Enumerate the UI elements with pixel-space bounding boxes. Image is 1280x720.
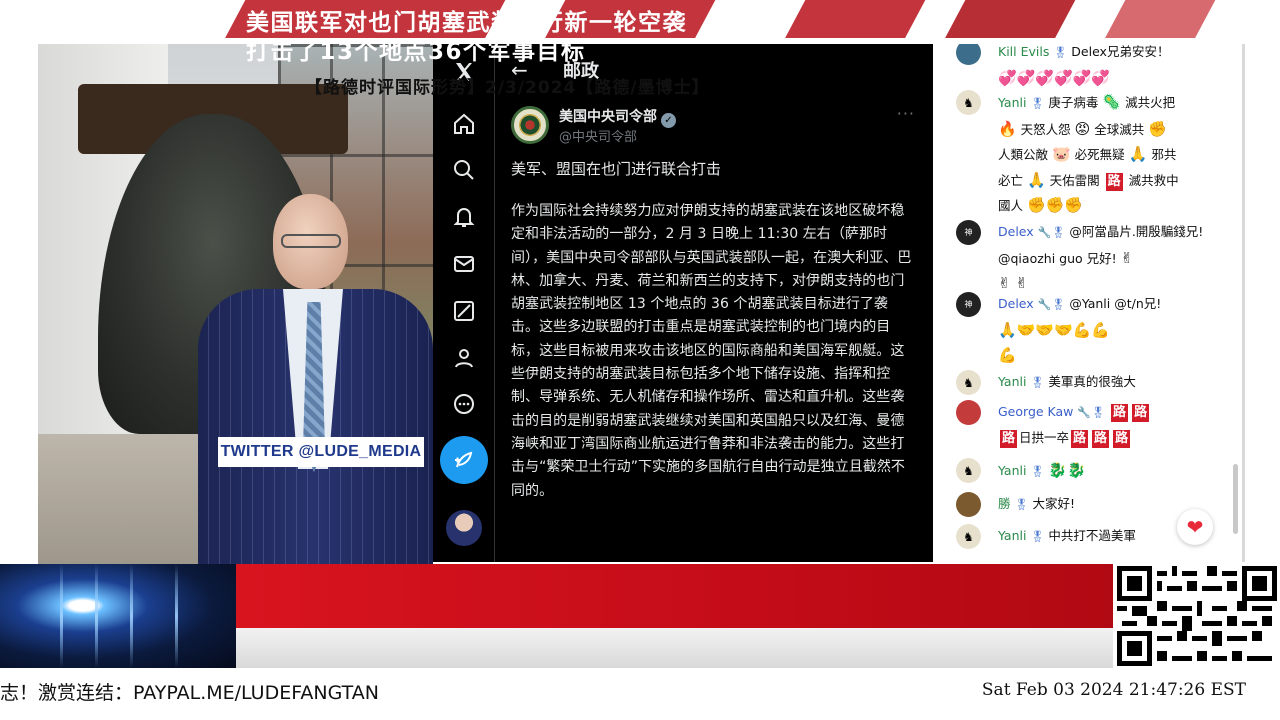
chat-text: 天怒人怨 — [1020, 121, 1071, 137]
avatar: ♞ — [956, 90, 981, 115]
chat-author[interactable]: Delex — [998, 224, 1034, 239]
author-name[interactable]: 美国中央司令部 ✓ — [559, 106, 676, 128]
banner-graphic — [0, 564, 236, 668]
chat-message: ♞ Yanli 🎖 庚子病毒 🦠 滅共火把 🔥 天怒人怨 😡 全球滅共 ✊ 人類… — [956, 90, 1218, 219]
road-badge: 路 — [1104, 171, 1124, 192]
post-button[interactable] — [440, 436, 488, 484]
chat-text: 國人 — [998, 198, 1024, 213]
chat-author[interactable]: Delex — [998, 296, 1034, 311]
account-avatar[interactable] — [446, 510, 482, 546]
avatar: 神 — [956, 220, 981, 245]
avatar — [956, 492, 981, 517]
post-icon — [455, 451, 473, 468]
more-icon[interactable] — [450, 390, 478, 418]
chat-text: 大家好! — [1032, 496, 1075, 511]
chat-message: Kill Evils 🎖 Delex兄弟安安！ 💞💞💞💞💞💞 — [956, 44, 1218, 91]
chat-author[interactable]: George Kaw — [998, 404, 1073, 419]
bell-icon[interactable] — [450, 203, 478, 231]
chat-text: 滅共火把 — [1125, 95, 1176, 110]
verified-icon: ✓ — [661, 113, 676, 128]
chat-scrollbar[interactable] — [1233, 464, 1238, 534]
avatar: ♞ — [956, 524, 981, 549]
live-chat: Kill Evils 🎖 Delex兄弟安安！ 💞💞💞💞💞💞 ♞ Yanli 🎖 … — [940, 44, 1245, 562]
chat-message: ♞ Yanli 🎖 🐉🐉 — [956, 458, 1218, 485]
chat-text: 庚子病毒 — [1048, 95, 1099, 110]
heart-icon[interactable]: ❤ — [1177, 509, 1213, 545]
chat-text: 必亡 — [998, 172, 1024, 188]
chat-author[interactable]: Kill Evils — [998, 44, 1049, 59]
chat-author[interactable]: Yanli — [998, 95, 1026, 110]
donation-ticker: 志！激赏连结：PAYPAL.ME/LUDEFANGTAN — [0, 682, 379, 704]
author-handle[interactable]: @中央司令部 — [559, 126, 637, 145]
chat-text: Delex兄弟安安！ — [1071, 44, 1170, 59]
twitter-watermark: TWITTER @LUDE_MEDIA — [218, 437, 424, 467]
chat-text: 人類公敵 — [998, 147, 1049, 162]
chat-text: 全球滅共 — [1094, 121, 1145, 137]
mail-icon[interactable] — [450, 250, 478, 278]
chat-text: 滅共救中 — [1128, 172, 1179, 188]
chat-message: ♞ Yanli 🎖 美軍真的很強大 — [956, 370, 1218, 396]
profile-icon[interactable] — [450, 344, 478, 372]
timestamp: Sat Feb 03 2024 21:47:26 EST — [981, 680, 1246, 700]
chat-author[interactable]: 勝 — [998, 496, 1011, 511]
chat-author[interactable]: Yanli — [998, 463, 1026, 478]
chat-text: @Yanli @t/n兄! — [1069, 296, 1162, 311]
chat-message: 神 Delex 🔧🎖 @阿當晶片.開殷騙錢兄! @qiaozhi guo 兄好!… — [956, 220, 1218, 297]
chat-author[interactable]: Yanli — [998, 528, 1026, 543]
x-post-panel: ← 邮政 美国中央司令部 ✓ @中央司令部 ··· 美军、盟国在也门进行联合打击 … — [433, 44, 933, 562]
search-icon[interactable] — [450, 156, 478, 184]
chat-text: 中共打不過美軍 — [1048, 528, 1136, 543]
host-video — [38, 44, 433, 564]
host-person — [198, 194, 433, 564]
author-avatar[interactable] — [511, 106, 549, 144]
chat-text: 天佑雷閣 — [1049, 172, 1100, 188]
chat-message: George Kaw 🔧🎖 路路路日拱一卒路路路 — [956, 400, 1218, 450]
banner-headline-2: 打击了13个地点36个军事目标 — [246, 39, 586, 65]
tweet-body: 作为国际社会持续努力应对伊朗支持的胡塞武装在该地区破坏稳定和非法活动的一部分，2… — [511, 203, 912, 499]
banner-subtitle: 【路德时评国际形势】2/3/2024【路德/墨博士】 — [305, 78, 710, 98]
stream-frame: TWITTER @LUDE_MEDIA ← 邮政 美国中央司令部 ✓ @中央司令… — [0, 0, 1280, 720]
avatar — [956, 400, 981, 425]
avatar: ♞ — [956, 370, 981, 395]
chat-message: 神 Delex 🔧🎖 @Yanli @t/n兄! 🙏🤝🤝🤝💪💪 💪 — [956, 292, 1218, 369]
road-badge: 路 — [1110, 403, 1130, 423]
chat-message: 勝 🎖 大家好! — [956, 492, 1218, 518]
tweet-headline: 美军、盟国在也门进行联合打击 — [511, 160, 722, 178]
avatar — [956, 44, 981, 65]
more-options-icon[interactable]: ··· — [897, 104, 915, 123]
news-banner — [0, 564, 1113, 668]
chat-text: 必死無疑 — [1074, 147, 1125, 162]
chat-text: 邪共 — [1151, 147, 1177, 162]
avatar: ♞ — [956, 458, 981, 483]
qr-code-icon — [1113, 564, 1280, 668]
grok-icon[interactable] — [450, 297, 478, 325]
chat-text: 美軍真的很強大 — [1048, 374, 1136, 389]
x-sidebar-nav — [433, 44, 495, 562]
chat-author[interactable]: Yanli — [998, 374, 1026, 389]
home-icon[interactable] — [450, 110, 478, 138]
avatar: 神 — [956, 292, 981, 317]
chat-text: 日拱一卒 — [1019, 429, 1070, 445]
